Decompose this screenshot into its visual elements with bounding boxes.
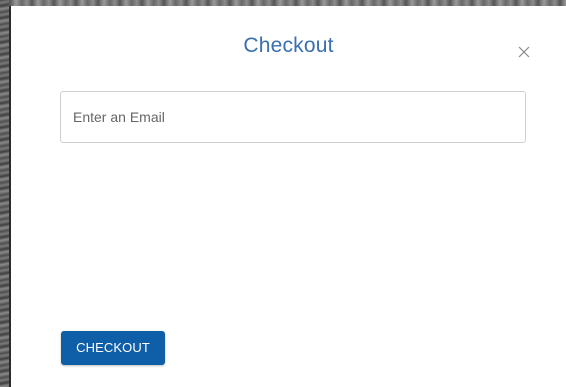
close-button[interactable] [516,44,532,60]
page: Checkout CHECKOUT [0,0,566,387]
checkout-modal: Checkout CHECKOUT [9,6,566,387]
email-field[interactable] [60,91,526,143]
close-icon [518,46,530,58]
checkout-button[interactable]: CHECKOUT [61,331,165,365]
map-backdrop-left [0,0,9,387]
modal-title: Checkout [243,34,334,57]
